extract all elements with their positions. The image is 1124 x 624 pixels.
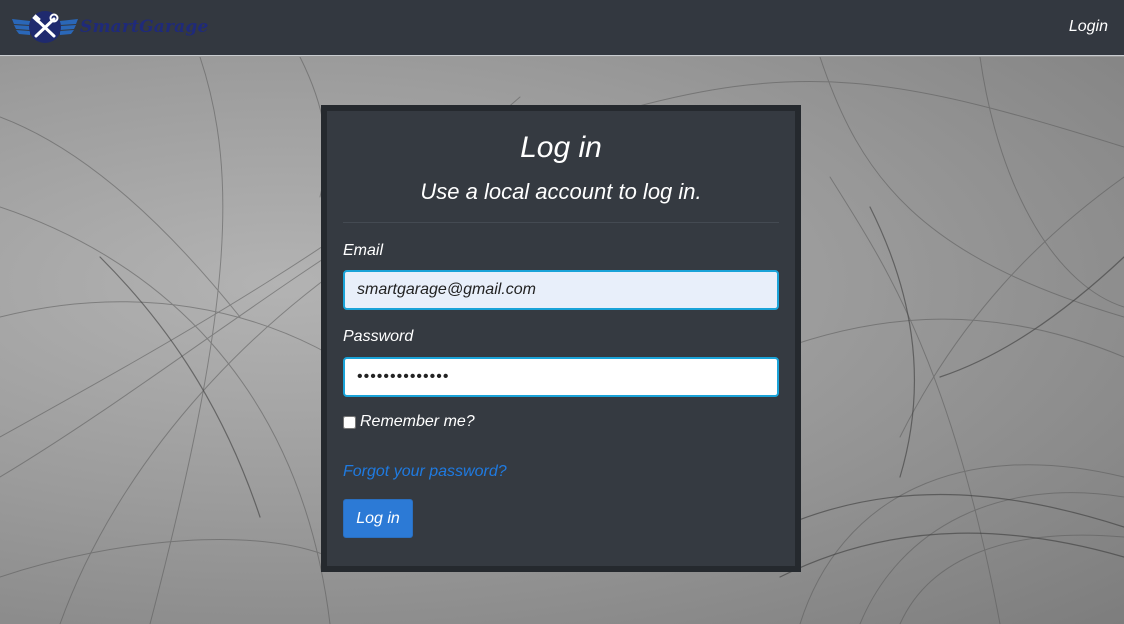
login-subtitle: Use a local account to log in. bbox=[420, 179, 702, 204]
password-label: Password bbox=[343, 328, 414, 345]
brand-name: SmartGarage bbox=[80, 17, 209, 37]
login-card: Log in Use a local account to log in. Em… bbox=[321, 105, 801, 572]
divider bbox=[343, 222, 779, 223]
remember-me-checkbox[interactable] bbox=[343, 415, 356, 429]
forgot-password-link[interactable]: Forgot your password? bbox=[343, 463, 507, 481]
email-label: Email bbox=[343, 242, 384, 259]
top-navbar: SmartGarage Login bbox=[0, 0, 1124, 56]
login-submit-button[interactable]: Log in bbox=[343, 499, 413, 538]
remember-me-label[interactable]: Remember me? bbox=[360, 413, 475, 431]
remember-me: Remember me? bbox=[343, 413, 475, 431]
login-title: Log in bbox=[520, 131, 602, 164]
brand-logo[interactable]: SmartGarage bbox=[10, 9, 210, 47]
wrench-hammer-icon bbox=[12, 11, 78, 43]
email-field[interactable] bbox=[343, 270, 779, 310]
password-field[interactable] bbox=[343, 357, 779, 397]
nav-login-link[interactable]: Login bbox=[1069, 18, 1108, 36]
